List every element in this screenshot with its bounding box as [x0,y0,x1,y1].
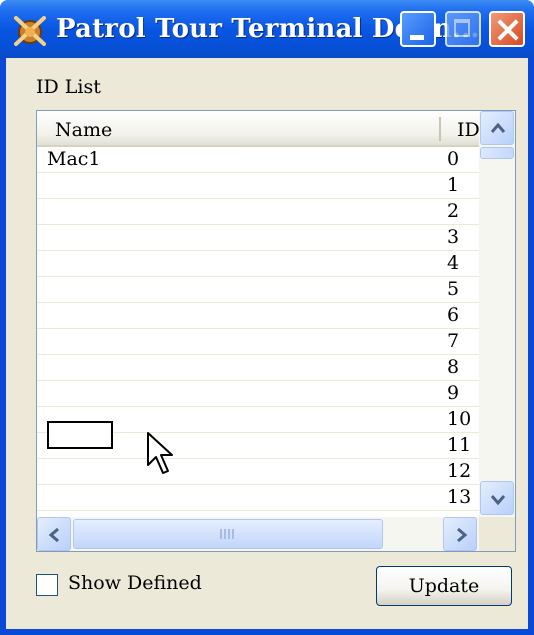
app-icon [14,16,46,46]
list-row[interactable]: 4 [37,251,479,277]
list-row[interactable]: 9 [37,381,479,407]
chevron-down-icon [490,495,506,506]
row-id: 11 [447,434,472,456]
id-list-label: ID List [36,76,101,98]
list-row[interactable]: 1 [37,173,479,199]
row-id: 8 [447,356,460,378]
maximize-button[interactable] [445,11,481,47]
vertical-scroll-thumb[interactable] [480,147,514,159]
list-row[interactable]: 7 [37,329,479,355]
row-id: 0 [447,148,460,170]
scroll-up-button[interactable] [480,111,514,145]
list-rows: Mac1 0 1 2 3 4 5 6 7 8 9 10 11 12 13 [37,147,479,517]
column-divider[interactable] [439,117,441,141]
scroll-left-button[interactable] [37,517,71,551]
list-row[interactable]: 6 [37,303,479,329]
mouse-cursor-icon [147,432,173,474]
row-id: 6 [447,304,460,326]
list-row[interactable]: 3 [37,225,479,251]
row-name: Mac1 [47,148,101,170]
column-header-id[interactable]: ID [457,119,480,141]
chevron-up-icon [490,122,506,133]
list-row[interactable]: 13 [37,485,479,511]
dialog-client-area: ID List Name ID Mac1 0 1 2 3 4 5 6 7 8 9 … [6,58,528,629]
list-row[interactable]: 5 [37,277,479,303]
row-id: 2 [447,200,460,222]
horizontal-scroll-thumb[interactable] [73,519,383,549]
row-id: 4 [447,252,460,274]
name-edit-field[interactable] [47,421,113,449]
list-row[interactable]: 8 [37,355,479,381]
row-id: 10 [447,408,472,430]
list-row[interactable]: 12 [37,459,479,485]
list-row[interactable]: Mac1 0 [37,147,479,173]
row-id: 3 [447,226,460,248]
row-id: 1 [447,174,460,196]
scrollbar-corner [479,517,515,551]
close-button[interactable] [489,11,525,47]
scroll-right-button[interactable] [443,517,477,551]
chevron-right-icon [457,527,468,543]
show-defined-label[interactable]: Show Defined [68,572,202,594]
scroll-grip-icon [220,529,238,539]
scroll-down-button[interactable] [480,481,514,515]
id-list-view[interactable]: Name ID Mac1 0 1 2 3 4 5 6 7 8 9 10 11 12… [36,110,516,552]
title-bar[interactable]: Patrol Tour Terminal Defin... [0,0,534,58]
vertical-scrollbar[interactable] [479,111,515,517]
dialog-window: Patrol Tour Terminal Defin... ID List Na… [0,0,534,635]
minimize-button[interactable] [400,11,436,47]
row-id: 7 [447,330,460,352]
list-row[interactable]: 2 [37,199,479,225]
list-header: Name ID [37,111,515,147]
column-header-name[interactable]: Name [55,119,112,141]
chevron-left-icon [48,527,59,543]
row-id: 5 [447,278,460,300]
row-id: 9 [447,382,460,404]
row-id: 12 [447,460,472,482]
update-button[interactable]: Update [376,566,512,606]
row-id: 13 [447,486,472,508]
horizontal-scrollbar[interactable] [37,517,479,551]
show-defined-checkbox[interactable] [36,574,58,596]
